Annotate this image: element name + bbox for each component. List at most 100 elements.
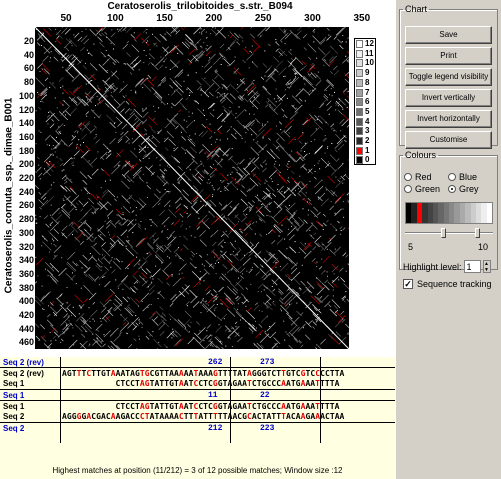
dotplot-pane: Ceratoserolis_trilobitoides_s.str._B094 …: [0, 0, 469, 355]
save-button[interactable]: Save: [405, 26, 492, 44]
y-tick-label: 260: [18, 200, 34, 211]
dotplot-svg[interactable]: [35, 27, 349, 349]
legend-row: 7: [355, 88, 377, 98]
legend-swatch: [356, 156, 363, 165]
radio-grey-label: Grey: [459, 184, 479, 194]
x-axis-title: Ceratoserolis_trilobitoides_s.str._B094: [107, 1, 293, 12]
dotplot-window: Ceratoserolis_trilobitoides_s.str._B094 …: [0, 0, 501, 479]
radio-green-dot[interactable]: [404, 185, 412, 193]
legend-row: 8: [355, 78, 377, 88]
legend-row: 11: [355, 49, 377, 59]
sequence-tracking-label: Sequence tracking: [417, 279, 492, 289]
legend-row: 2: [355, 136, 377, 146]
invert-horizontally-button[interactable]: Invert horizontally: [405, 110, 492, 128]
alignment-row: Seq 2 212 223: [0, 424, 395, 434]
legend-label: 4: [365, 116, 370, 126]
colours-group: Colours Red Blue Green Grey 5 10 Highlig…: [399, 150, 498, 273]
customise-button[interactable]: Customise: [405, 131, 492, 149]
legend-row: 4: [355, 117, 377, 127]
legend-swatch: [356, 40, 363, 48]
alignment-seq-name: Seq 1: [3, 379, 25, 388]
alignment-seq-name: Seq 2 (rev): [3, 369, 44, 378]
sequence-tracking-row[interactable]: ✓ Sequence tracking: [403, 279, 492, 289]
colours-group-title: Colours: [405, 150, 437, 160]
radio-blue-label: Blue: [459, 172, 478, 182]
x-tick-label: 200: [205, 13, 223, 24]
legend-label: 8: [365, 77, 370, 87]
radio-blue[interactable]: Blue: [448, 172, 477, 182]
level-range-slider[interactable]: [405, 228, 493, 238]
legend-label: 9: [365, 68, 370, 78]
y-tick-label: 60: [23, 63, 34, 74]
radio-blue-dot[interactable]: [448, 173, 456, 181]
y-tick-label: 80: [23, 77, 34, 88]
alignment-row: Seq 1 CTCCTAGTATTGTAATCCTCGGTAGAATCTGCCC…: [0, 379, 395, 389]
alignment-position-start: 262: [208, 358, 223, 367]
legend-label: 3: [365, 126, 370, 136]
legend-swatch: [356, 88, 363, 97]
invert-vertically-button[interactable]: Invert vertically: [405, 89, 492, 107]
x-tick-label: 350: [353, 13, 371, 24]
dotplot-canvas[interactable]: [35, 27, 349, 349]
legend-row: 12: [355, 39, 377, 49]
slider-thumb-low[interactable]: [441, 228, 446, 238]
alignment-sequence: CTCCTAGTATTGTAATCCTCGGTAGAATCTGCCCAATGAA…: [62, 379, 340, 388]
alignment-seq-name: Seq 2 (rev): [3, 358, 44, 367]
alignment-seq-name: Seq 2: [3, 424, 25, 433]
colour-palette: [405, 202, 493, 224]
radio-red-dot[interactable]: [404, 173, 412, 181]
legend-label: 0: [365, 155, 370, 165]
alignment-pane: Seq 2 (rev) 262 273 Seq 2 (rev) AGTTTCTTGTAA…: [0, 355, 395, 479]
y-tick-label: 140: [18, 118, 34, 129]
legend-swatch: [356, 78, 363, 87]
toggle-legend-button[interactable]: Toggle legend visibility: [405, 68, 492, 86]
x-tick-label: 250: [254, 13, 272, 24]
y-tick-label: 400: [18, 296, 34, 307]
y-tick-label: 320: [18, 241, 34, 252]
legend-label: 7: [365, 87, 370, 97]
highlight-level-spinner[interactable]: ▲ ▼: [482, 260, 491, 273]
highlight-level-label: Highlight level:: [403, 261, 462, 272]
radio-red[interactable]: Red: [404, 172, 432, 182]
highlight-level-row: Highlight level: ▲▼: [403, 260, 491, 273]
radio-red-label: Red: [415, 172, 432, 182]
radio-green-label: Green: [415, 184, 441, 194]
radio-green[interactable]: Green: [404, 184, 440, 194]
y-tick-label: 460: [18, 337, 34, 348]
alignment-position-start: 212: [208, 424, 223, 433]
palette-swatch: [486, 203, 492, 223]
status-bar: Highest matches at position (11/212) = 3…: [52, 466, 343, 475]
y-tick-label: 380: [18, 282, 34, 293]
alignment-row: Seq 2 (rev) AGTTTCTTGTAAATAGTGCGTTAAAAATA…: [0, 369, 395, 379]
legend-label: 10: [365, 58, 374, 68]
y-tick-label: 420: [18, 310, 34, 320]
chart-group: Chart Save Print Toggle legend visibilit…: [399, 4, 498, 149]
legend-swatch: [356, 59, 363, 68]
legend-label: 5: [365, 106, 370, 116]
alignment-seq-name: Seq 2: [3, 412, 25, 421]
radio-grey-dot[interactable]: [448, 185, 456, 193]
y-tick-label: 160: [18, 131, 34, 142]
alignment-position-start: 11: [208, 391, 218, 400]
alignment-sequence: AGGGGACGACAAGACCCTATAAAACTTTATTTTTAACGCA…: [62, 412, 345, 421]
slider-thumb-high[interactable]: [475, 228, 480, 238]
legend-swatch: [356, 107, 363, 116]
alignment-seq-name: Seq 1: [3, 391, 25, 400]
y-tick-label: 200: [18, 159, 34, 170]
legend-row: 6: [355, 97, 377, 107]
chart-group-title: Chart: [405, 4, 428, 14]
sequence-tracking-checkbox[interactable]: ✓: [403, 279, 413, 289]
print-button[interactable]: Print: [405, 47, 492, 65]
y-tick-label: 100: [18, 90, 34, 101]
y-tick-label: 220: [18, 173, 34, 183]
alignment-seq-name: Seq 1: [3, 402, 25, 411]
legend-label: 12: [365, 39, 374, 48]
x-tick-label: 150: [156, 13, 173, 24]
legend-swatch: [356, 146, 363, 155]
y-tick-label: 20: [23, 36, 34, 46]
legend-row: 3: [355, 126, 377, 136]
highlight-level-input[interactable]: [463, 260, 481, 273]
legend-swatch: [356, 49, 363, 58]
slider-min-label: 5: [408, 242, 414, 252]
radio-grey[interactable]: Grey: [448, 184, 479, 194]
